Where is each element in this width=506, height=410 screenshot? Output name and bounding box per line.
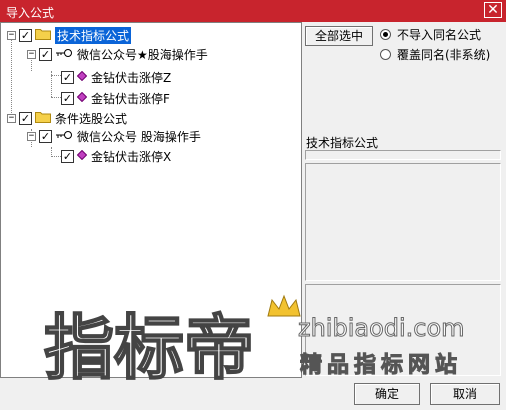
- checkbox[interactable]: ✓: [19, 28, 32, 42]
- tree-connector: [11, 37, 12, 117]
- tree-node-publisher[interactable]: − ✓ 微信公众号 股海操作手: [27, 127, 201, 145]
- radio-skip-duplicates[interactable]: 不导入同名公式: [380, 26, 481, 43]
- tree-leaf-formula[interactable]: ✓ 金钻伏击涨停X: [61, 147, 171, 165]
- checkbox[interactable]: ✓: [61, 70, 74, 84]
- radio-button[interactable]: [380, 29, 391, 40]
- close-button[interactable]: ✕: [484, 2, 502, 18]
- checkbox[interactable]: ✓: [39, 47, 52, 61]
- formula-params-box[interactable]: [305, 284, 501, 376]
- cancel-button[interactable]: 取消: [430, 383, 500, 405]
- tree-node-label: 条件选股公式: [55, 111, 128, 126]
- checkbox[interactable]: ✓: [61, 91, 74, 105]
- radio-label: 不导入同名公式: [397, 28, 482, 42]
- formula-description-box[interactable]: [305, 163, 501, 281]
- tree-connector: [51, 97, 61, 98]
- key-icon: [55, 47, 73, 61]
- tree-connector: [51, 75, 61, 76]
- tree-leaf-label: 金钻伏击涨停F: [91, 91, 170, 106]
- collapse-toggle[interactable]: −: [7, 30, 16, 40]
- checkbox[interactable]: ✓: [19, 111, 32, 125]
- checkbox[interactable]: ✓: [39, 129, 52, 143]
- collapse-toggle[interactable]: −: [27, 131, 36, 141]
- collapse-toggle[interactable]: −: [27, 49, 36, 59]
- ok-button[interactable]: 确定: [354, 383, 420, 405]
- checkbox[interactable]: ✓: [61, 149, 74, 163]
- close-icon: ✕: [487, 2, 499, 18]
- folder-icon: [35, 110, 51, 126]
- select-all-button[interactable]: 全部选中: [305, 26, 373, 46]
- formula-diamond-icon: [76, 149, 88, 163]
- tree-node-label: 技术指标公式: [55, 26, 132, 44]
- tree-leaf-formula[interactable]: ✓ 金钻伏击涨停Z: [61, 68, 171, 86]
- tree-node-label: 微信公众号 股海操作手: [77, 129, 201, 144]
- formula-type-label: 技术指标公式: [306, 136, 379, 150]
- tree-leaf-formula[interactable]: ✓ 金钻伏击涨停F: [61, 89, 170, 107]
- tree-node-technical-indicators[interactable]: − ✓ 技术指标公式: [7, 26, 132, 44]
- tree-leaf-label: 金钻伏击涨停X: [91, 149, 172, 164]
- formula-name-field: [305, 150, 501, 160]
- formula-diamond-icon: [76, 91, 88, 105]
- tree-node-publisher[interactable]: − ✓ 微信公众号★股海操作手: [27, 45, 208, 63]
- folder-icon: [35, 27, 51, 43]
- tree-leaf-label: 金钻伏击涨停Z: [91, 70, 172, 85]
- formula-tree[interactable]: − ✓ 技术指标公式 − ✓ 微信公众号★股海操作手 ✓ 金钻伏击涨停Z ✓ 金…: [0, 22, 302, 378]
- title-bar[interactable]: 导入公式 ✕: [0, 0, 506, 22]
- radio-button[interactable]: [380, 49, 391, 60]
- window-title: 导入公式: [6, 6, 55, 20]
- tree-node-stock-screening[interactable]: − ✓ 条件选股公式: [7, 109, 127, 127]
- tree-connector: [51, 156, 61, 157]
- tree-node-label: 微信公众号★股海操作手: [77, 47, 208, 62]
- formula-diamond-icon: [76, 70, 88, 84]
- radio-label: 覆盖同名(非系统): [397, 48, 491, 62]
- collapse-toggle[interactable]: −: [7, 113, 16, 123]
- import-formula-dialog: 导入公式 ✕ − ✓ 技术指标公式 − ✓ 微信公众号★股海操作手 ✓ 金钻伏击…: [0, 0, 506, 410]
- key-icon: [55, 129, 73, 143]
- radio-overwrite-duplicates[interactable]: 覆盖同名(非系统): [380, 46, 490, 63]
